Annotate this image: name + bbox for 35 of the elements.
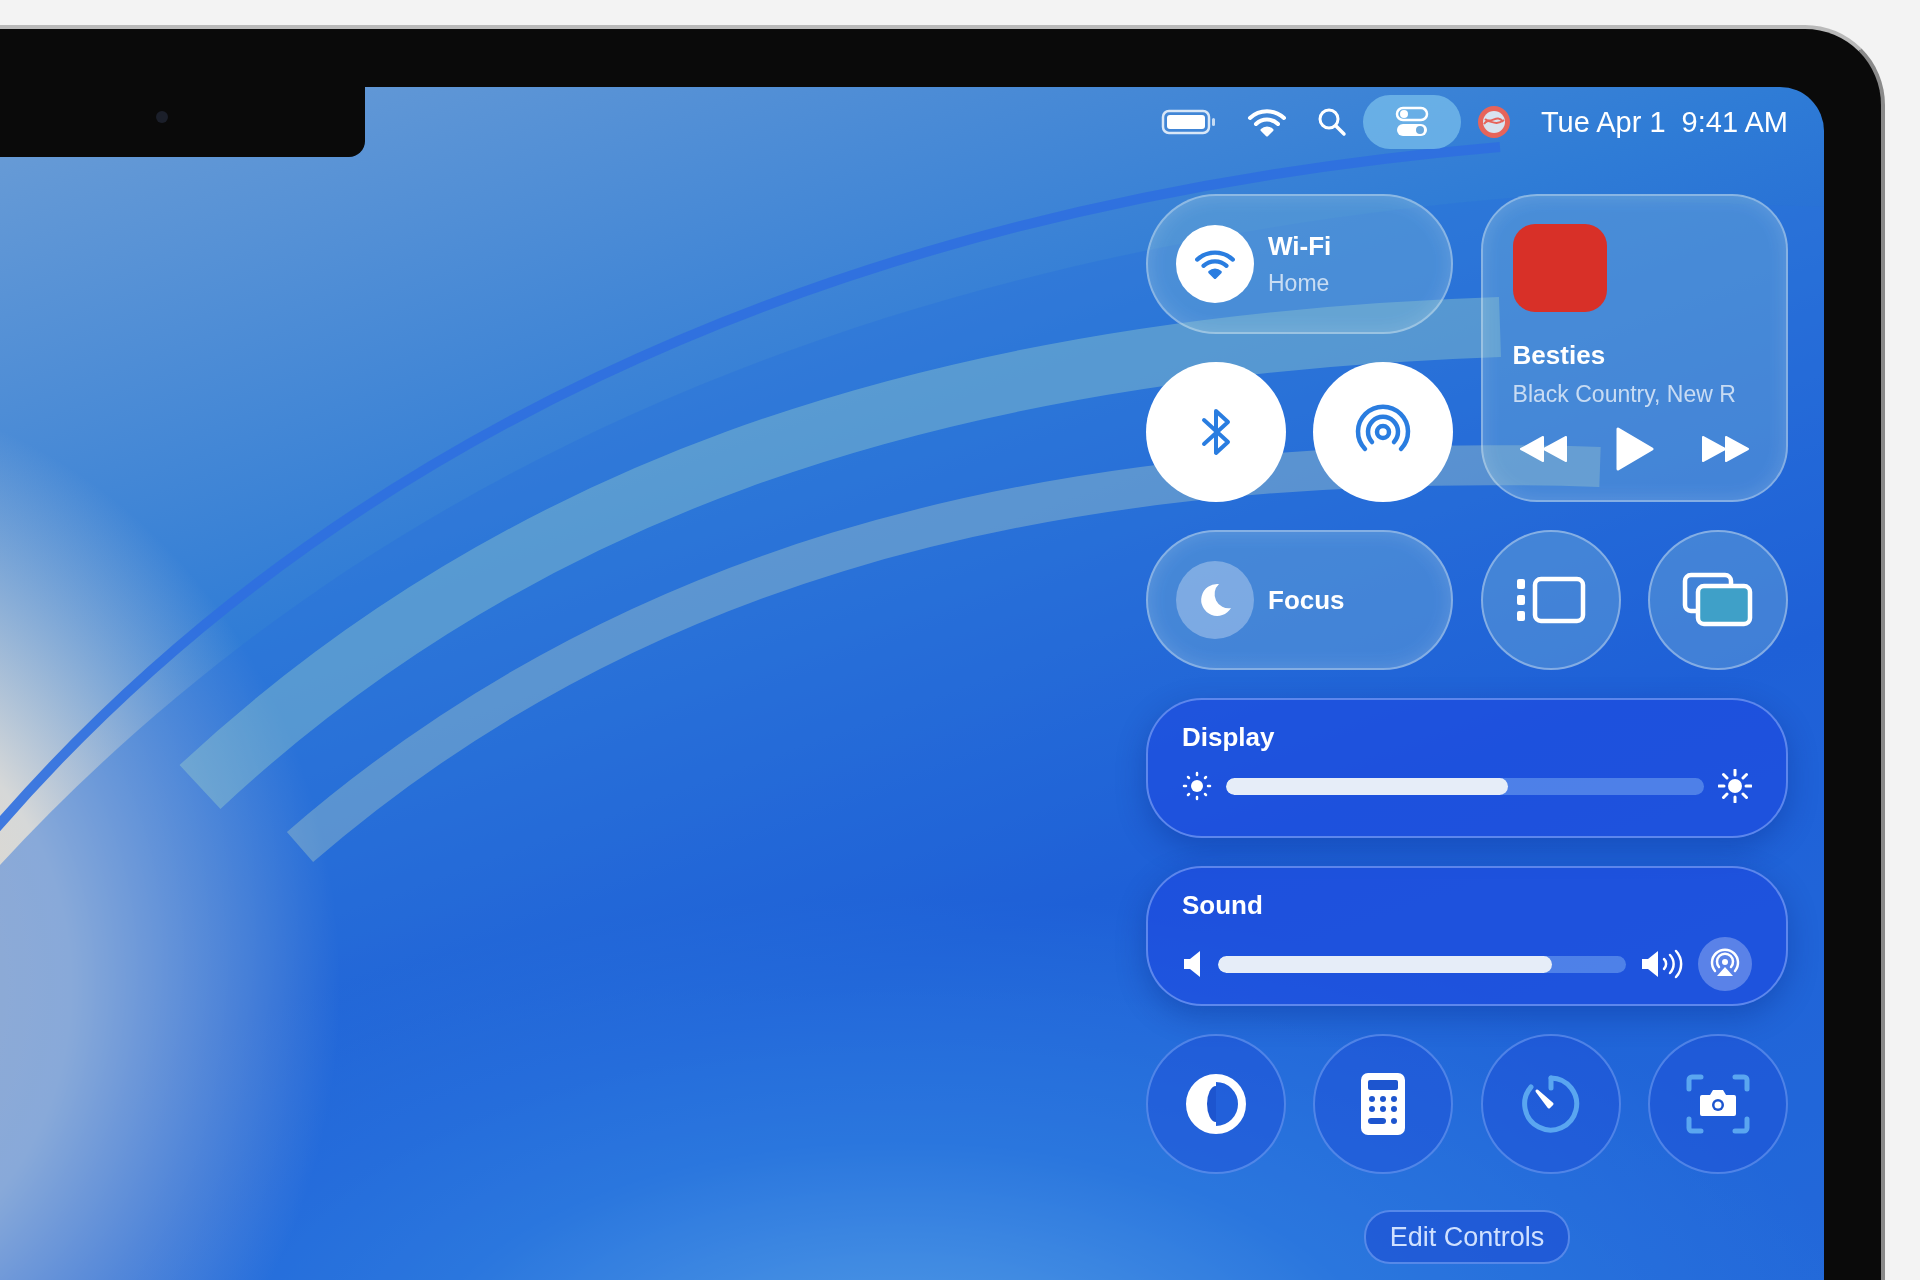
toggle-switches-icon: [1394, 105, 1429, 139]
slider-fill[interactable]: [1218, 955, 1553, 973]
slider-label: Sound: [1182, 890, 1264, 921]
menu-bar-time: 9:41 AM: [1681, 105, 1788, 139]
edit-controls-button[interactable]: Edit Controls: [1363, 1210, 1571, 1264]
focus-tile[interactable]: Focus: [1146, 530, 1454, 670]
siri-icon[interactable]: [1476, 105, 1511, 139]
screenshot-camera-icon: [1685, 1074, 1750, 1134]
menu-bar-date: Tue Apr 1: [1540, 105, 1666, 139]
airplay-audio-icon[interactable]: [1697, 937, 1752, 991]
overlapping-windows-icon[interactable]: [1681, 572, 1754, 628]
wifi-icon[interactable]: [1246, 106, 1287, 138]
bright-sun-icon: [1717, 769, 1752, 803]
tile-title: Focus: [1268, 584, 1345, 616]
calculator-icon: [1360, 1072, 1407, 1136]
stage-manager-icon[interactable]: [1514, 575, 1587, 625]
slider-fill[interactable]: [1226, 777, 1508, 795]
song-title: Besties: [1512, 340, 1607, 371]
tile-title: Wi-Fi: [1268, 231, 1332, 262]
search-icon[interactable]: [1316, 107, 1347, 137]
slider-label: Display: [1182, 722, 1276, 753]
song-artist: Black Country, New R: [1512, 381, 1737, 408]
tile-subtitle: Home: [1268, 270, 1331, 297]
battery-icon[interactable]: [1160, 108, 1217, 136]
fast-forward-icon[interactable]: [1699, 434, 1750, 464]
wifi-tile[interactable]: Wi-Fi Home: [1146, 194, 1454, 334]
slider-track[interactable]: [1226, 777, 1704, 795]
camera-lens: [156, 111, 168, 123]
play-icon[interactable]: [1614, 426, 1655, 472]
half-circle-icon: [1184, 1072, 1248, 1136]
rewind-icon[interactable]: [1518, 434, 1569, 464]
dim-sun-icon: [1182, 771, 1212, 801]
slider-track[interactable]: [1218, 955, 1626, 973]
control-center-button[interactable]: [1362, 95, 1461, 149]
speaker-loud-icon: [1639, 948, 1684, 980]
